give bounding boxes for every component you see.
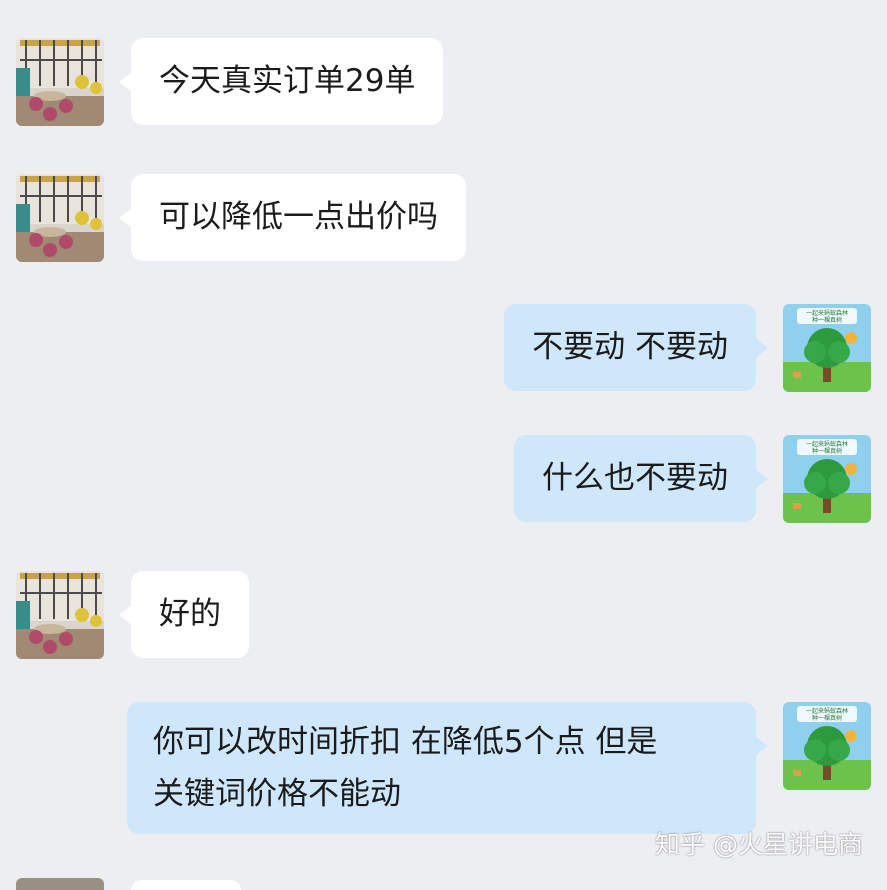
message-text-line: 关键词价格不能动	[153, 776, 401, 812]
message-bubble-incoming[interactable]: 可以降低一点出价吗	[119, 174, 466, 261]
message-text: 不要动 不要动	[532, 329, 728, 365]
avatar-caption-line1: 一起来蚂蚁森林	[806, 309, 848, 317]
message-text: 好的	[159, 596, 221, 632]
cafe-interior-avatar-image	[16, 571, 104, 659]
my-avatar[interactable]: 一起来蚂蚁森林 种一棵真树	[783, 304, 871, 392]
cafe-interior-avatar-image	[16, 174, 104, 262]
chat-thread[interactable]: 今天真实订单29单 可以降低一点出价吗 不要动 不要动 一起来蚂蚁森林 种一棵真…	[0, 0, 887, 890]
my-avatar[interactable]: 一起来蚂蚁森林 种一棵真树	[783, 435, 871, 523]
avatar-caption-line1: 一起来蚂蚁森林	[806, 440, 848, 448]
tree-avatar-image: 一起来蚂蚁森林 种一棵真树	[783, 702, 871, 790]
avatar-caption-line2: 种一棵真树	[812, 714, 842, 722]
message-bubble-outgoing[interactable]: 什么也不要动	[514, 435, 768, 522]
my-avatar[interactable]: 一起来蚂蚁森林 种一棵真树	[783, 702, 871, 790]
contact-avatar[interactable]	[16, 571, 104, 659]
message-text: 今天真实订单29单	[159, 63, 416, 99]
source-watermark: 知乎 @火星讲电商	[655, 830, 863, 859]
contact-avatar[interactable]	[16, 174, 104, 262]
message-bubble-outgoing[interactable]: 不要动 不要动	[504, 304, 768, 391]
message-text: 可以降低一点出价吗	[159, 199, 438, 235]
message-bubble-partial[interactable]	[131, 880, 241, 890]
message-bubble-incoming[interactable]: 今天真实订单29单	[118, 38, 444, 125]
avatar-caption-line1: 一起来蚂蚁森林	[806, 707, 848, 715]
message-text-line: 你可以改时间折扣 在降低5个点 但是	[153, 724, 658, 760]
message-bubble-outgoing[interactable]: 你可以改时间折扣 在降低5个点 但是 关键词价格不能动	[127, 702, 768, 834]
tree-avatar-image: 一起来蚂蚁森林 种一棵真树	[783, 435, 871, 523]
message-text: 什么也不要动	[542, 460, 728, 496]
tree-avatar-image: 一起来蚂蚁森林 种一棵真树	[783, 304, 871, 392]
contact-avatar-partial[interactable]	[16, 878, 104, 890]
message-bubble-incoming[interactable]: 好的	[119, 571, 249, 658]
cafe-interior-avatar-image	[16, 38, 104, 126]
avatar-caption-line2: 种一棵真树	[812, 447, 842, 455]
avatar-caption-line2: 种一棵真树	[812, 316, 842, 324]
contact-avatar[interactable]	[16, 38, 104, 126]
